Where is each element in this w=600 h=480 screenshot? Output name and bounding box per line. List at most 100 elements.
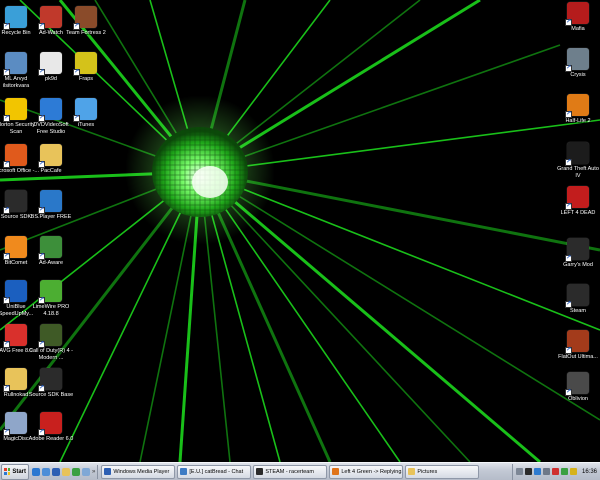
start-button[interactable]: Start <box>1 463 29 480</box>
desktop-shortcut[interactable]: ↗ Adobe Reader 6.0 <box>29 412 73 443</box>
taskbar-button-label: Pictures <box>417 468 438 475</box>
desktop[interactable]: ↗ Recycle Bin ↗ Ad-Watch ↗ Team Fortress 2 ↗ ML… <box>0 0 600 462</box>
desktop-icon-label: iTunes <box>77 122 95 128</box>
volume-icon[interactable] <box>542 468 550 475</box>
desktop-shortcut[interactable]: ↗ Team Fortress 2 <box>66 6 106 37</box>
desktop-shortcut[interactable]: ↗ Garry's Mod <box>558 238 598 269</box>
start-label: Start <box>12 468 26 475</box>
desktop-icon-label: FlatOut Ultima... <box>558 354 598 360</box>
shortcut-arrow-icon: ↗ <box>565 347 572 354</box>
ie-icon[interactable] <box>32 467 40 476</box>
shortcut-arrow-icon: ↗ <box>3 23 10 30</box>
disco-ball <box>152 127 248 217</box>
shortcut-arrow-icon: ↗ <box>565 111 572 118</box>
desktop-shortcut[interactable]: ↗ Source SDK Base <box>29 368 73 399</box>
shortcut-arrow-icon: ↗ <box>38 161 45 168</box>
desktop-icon-label: Oblivion <box>568 396 588 402</box>
shortcut-arrow-icon: ↗ <box>73 69 80 76</box>
avg-icon: ↗ <box>3 324 27 348</box>
desktop-shortcut[interactable]: ↗ Fraps <box>66 52 106 83</box>
shortcut-arrow-icon: ↗ <box>38 115 45 122</box>
desktop-shortcut[interactable]: ↗ PacCafe <box>31 144 71 175</box>
desktop-shortcut[interactable]: ↗ Grand Theft Auto IV <box>557 142 599 179</box>
shortcut-arrow-icon: ↗ <box>3 297 10 304</box>
taskbar-button-label: Windows Media Player <box>113 468 170 475</box>
desktop-icon-label: Half-Life 2 <box>565 118 591 124</box>
magicdisc-icon: ↗ <box>3 412 27 436</box>
taskbar-button[interactable]: [E.U.] catBread - Chat <box>177 464 252 479</box>
folder-icon <box>408 468 416 475</box>
quick-launch-bar: » <box>32 464 99 479</box>
desktop-icon-label: Source SDK Base <box>28 392 74 398</box>
desktop-shortcut[interactable]: ↗ Call of Duty(R) 4 - Modern ... <box>29 324 73 361</box>
desktop-icon-label: Crysis <box>570 72 586 78</box>
system-tray: 16:36 <box>511 463 600 480</box>
ad-aware-icon: ↗ <box>38 236 62 260</box>
file-icon: ↗ <box>38 52 62 76</box>
desktop-shortcut[interactable]: ↗ iTunes <box>66 98 106 129</box>
messenger-tray-icon[interactable] <box>560 468 568 475</box>
security-icon[interactable] <box>569 468 577 475</box>
taskbar-button-label: [E.U.] catBread - Chat <box>189 468 244 475</box>
quick-launch-more-button[interactable]: » <box>92 469 95 475</box>
desktop-icon-label: Mafia <box>571 26 585 32</box>
shortcut-arrow-icon: ↗ <box>3 253 10 260</box>
steam-icon: ↗ <box>565 238 589 262</box>
shortcut-arrow-icon: ↗ <box>3 429 10 436</box>
desktop-shortcut[interactable]: ↗ Steam <box>558 284 598 315</box>
steam-icon: ↗ <box>3 190 27 214</box>
desktop-shortcut[interactable]: ↗ Crysis <box>558 48 598 79</box>
taskbar-button[interactable]: Windows Media Player <box>101 464 176 479</box>
steam-icon <box>256 468 264 475</box>
firefox-icon <box>332 468 340 475</box>
desktop-icon-label: Adobe Reader 6.0 <box>28 436 74 442</box>
mail-icon[interactable] <box>82 467 90 476</box>
shortcut-arrow-icon: ↗ <box>565 203 572 210</box>
shortcut-arrow-icon: ↗ <box>3 161 10 168</box>
network-icon[interactable] <box>533 468 541 475</box>
desktop-shortcut[interactable]: ↗ LEFT 4 DEAD <box>558 186 598 217</box>
desktop-shortcut[interactable]: ↗ FlatOut Ultima... <box>558 330 598 361</box>
media-player-icon <box>104 468 112 475</box>
messenger-icon[interactable] <box>72 467 80 476</box>
taskbar-button[interactable]: STEAM - racerteam <box>253 464 328 479</box>
show-desktop-icon[interactable] <box>42 467 50 476</box>
shortcut-arrow-icon: ↗ <box>565 301 572 308</box>
mafia-icon: ↗ <box>565 2 589 26</box>
folder-icon: ↗ <box>38 144 62 168</box>
antivirus-icon[interactable] <box>551 468 559 475</box>
taskbar-button[interactable]: Left 4 Green -> Replying... <box>329 464 404 479</box>
desktop-shortcut[interactable]: ↗ BS.Player FREE <box>31 190 71 221</box>
desktop-shortcut[interactable]: ↗ Mafia <box>558 2 598 33</box>
crysis-icon: ↗ <box>565 48 589 72</box>
itunes-icon: ↗ <box>73 98 97 122</box>
norton-icon: ↗ <box>3 98 27 122</box>
desktop-shortcut[interactable]: ↗ Oblivion <box>558 372 598 403</box>
media-player-icon[interactable] <box>52 467 60 476</box>
team-fortress-icon: ↗ <box>73 6 97 30</box>
explorer-icon[interactable] <box>62 467 70 476</box>
shortcut-arrow-icon: ↗ <box>3 207 10 214</box>
recycle-bin-icon: ↗ <box>3 6 27 30</box>
desktop-shortcut[interactable]: ↗ DVDVideoSoft Free Studio <box>31 98 71 135</box>
steam-tray-icon[interactable] <box>524 468 532 475</box>
tray-arrow-icon[interactable] <box>515 468 523 475</box>
taskbar-button-label: Left 4 Green -> Replying... <box>341 468 404 475</box>
desktop-shortcut[interactable]: ↗ LimeWire PRO 4.18.8 <box>31 280 71 317</box>
shortcut-arrow-icon: ↗ <box>38 69 45 76</box>
shortcut-arrow-icon: ↗ <box>565 159 572 166</box>
desktop-icon-label: Fraps <box>78 76 94 82</box>
desktop-icon-label: Team Fortress 2 <box>66 30 106 36</box>
call-of-duty-icon: ↗ <box>38 324 62 348</box>
shortcut-arrow-icon: ↗ <box>38 429 45 436</box>
shortcut-arrow-icon: ↗ <box>38 253 45 260</box>
shortcut-arrow-icon: ↗ <box>3 385 10 392</box>
desktop-icon-label: Steam <box>570 308 586 314</box>
clock[interactable]: 16:36 <box>582 469 597 475</box>
desktop-shortcut[interactable]: ↗ Ad-Aware <box>31 236 71 267</box>
desktop-shortcut[interactable]: ↗ Half-Life 2 <box>558 94 598 125</box>
taskbar-button[interactable]: Pictures <box>405 464 480 479</box>
steam-icon: ↗ <box>565 284 589 308</box>
left4dead-icon: ↗ <box>565 186 589 210</box>
chat-icon <box>180 468 188 475</box>
